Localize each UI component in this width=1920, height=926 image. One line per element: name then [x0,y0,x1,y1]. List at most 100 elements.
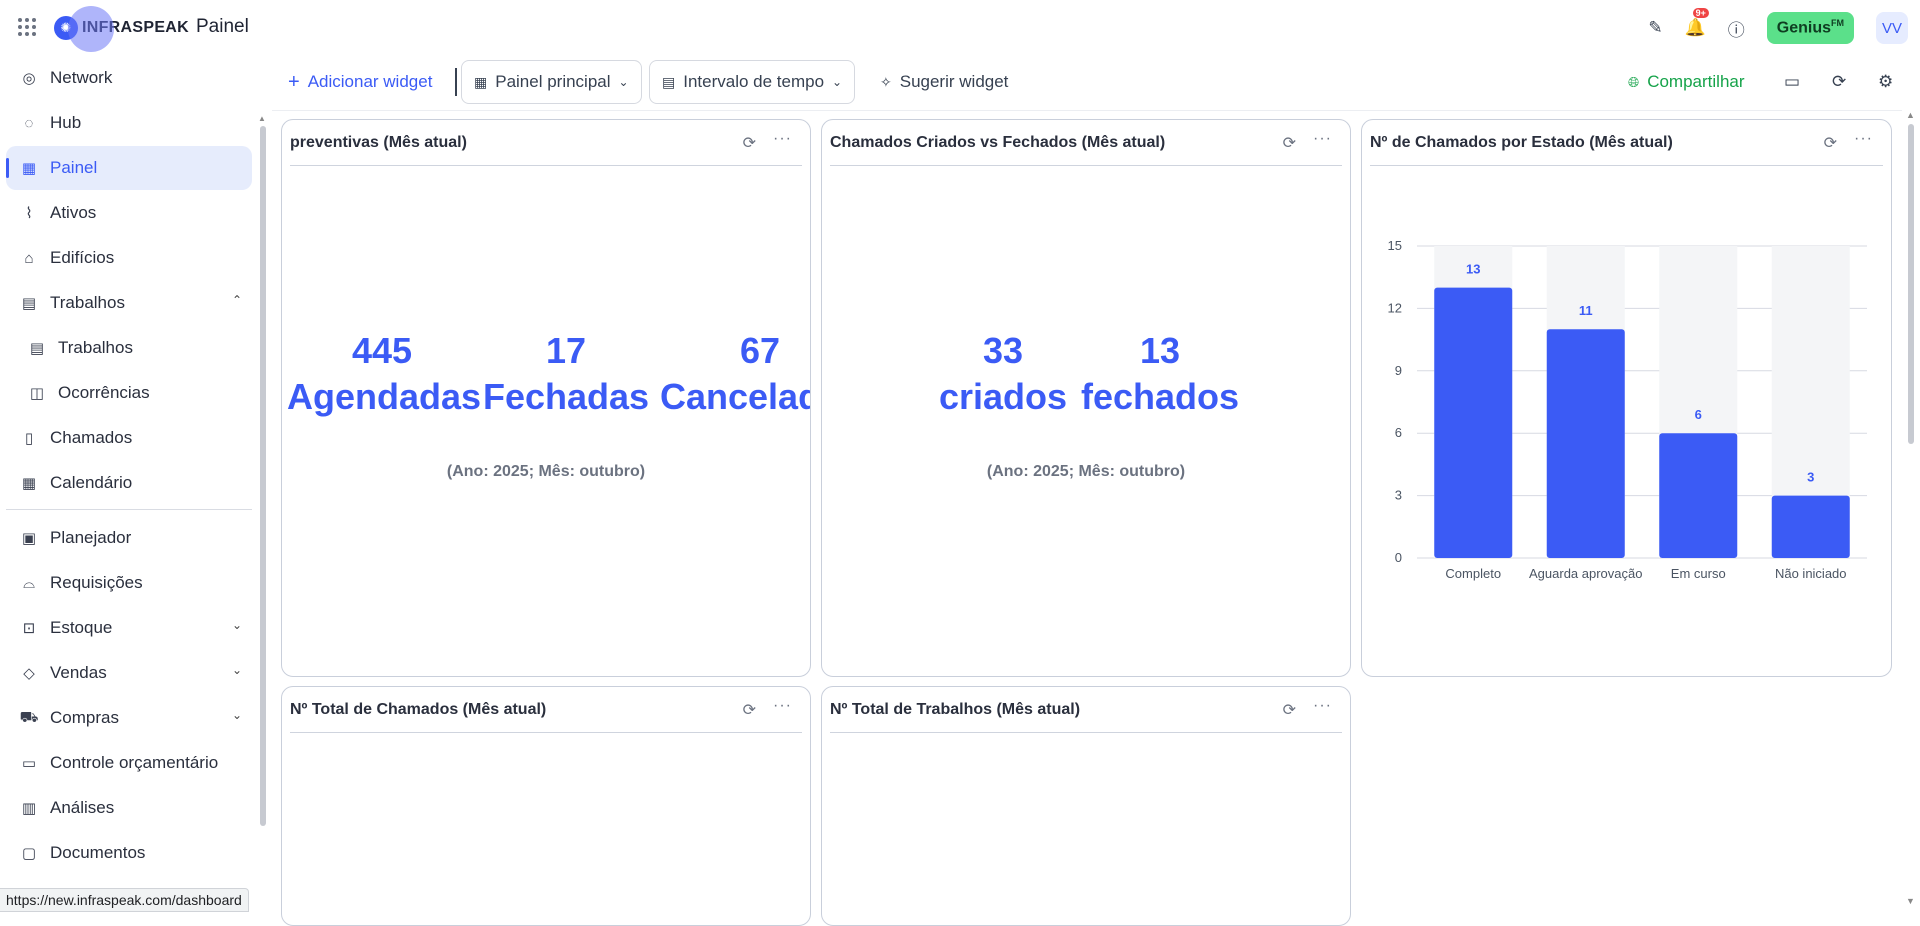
genius-button[interactable]: GeniusFM [1766,12,1854,44]
more-options-icon[interactable]: ··· [1854,130,1873,148]
more-options-icon[interactable]: ··· [1313,130,1332,148]
suggest-widget-button[interactable]: ✧ Sugerir widget [880,60,1008,104]
bar [1659,433,1738,558]
sidebar-item-chamados[interactable]: ▯ Chamados [6,416,252,460]
sidebar-item-hub[interactable]: ◌ Hub [6,101,252,145]
document-icon: ▢ [21,845,37,862]
period-label: (Ano: 2025; Mês: outubro) [986,463,1186,480]
x-tick-label: Em curso [1671,566,1726,581]
kpi-label: fechados [1080,376,1240,417]
sidebar-item-label: Compras [50,708,119,727]
chevron-down-icon: ⌄ [231,618,242,632]
wallet-icon: ▭ [21,755,37,772]
more-options-icon[interactable]: ··· [1313,697,1332,715]
y-tick-label: 0 [1395,550,1402,565]
sidebar-item-label: Chamados [50,428,133,447]
sidebar-item-edificios[interactable]: ⌂ Edifícios [6,236,252,280]
sidebar-item-vendas[interactable]: ◇ Vendas ⌄ [6,651,252,695]
scroll-up-icon[interactable]: ▲ [1906,110,1915,120]
refresh-icon[interactable]: ⟳ [1824,133,1837,153]
active-indicator [6,158,9,178]
sidebar-item-documentos[interactable]: ▢ Documentos [6,831,252,875]
widget-title: preventivas (Mês atual) [290,134,467,151]
genius-label: Genius [1776,19,1831,37]
sidebar-item-label: Edifícios [50,248,115,267]
kpi-criados: 33 criados [934,328,1072,420]
scroll-down-icon[interactable]: ▼ [1906,896,1915,906]
sidebar-item-label: Requisições [50,573,143,592]
y-tick-label: 6 [1395,425,1402,440]
data-label: 3 [1807,470,1814,485]
sidebar-item-trabalhos[interactable]: ▤ Trabalhos ⌃ [6,281,252,325]
add-widget-button[interactable]: + Adicionar widget [288,60,432,104]
refresh-icon[interactable]: ⟳ [1283,133,1296,153]
sidebar-item-label: Painel [50,158,98,177]
y-tick-label: 15 [1388,238,1402,253]
bar [1771,495,1850,558]
fullscreen-icon[interactable]: ▭ [1784,60,1800,104]
sidebar-subitem-ocorrencias[interactable]: ◫ Ocorrências [6,371,252,415]
time-range-select[interactable]: ▤ Intervalo de tempo ⌄ [649,60,856,104]
sidebar-item-network[interactable]: ◎ Network [6,56,252,100]
dashboard-select-label: Painel principal [495,72,611,91]
dashboard-select[interactable]: ▦ Painel principal ⌄ [461,60,642,104]
widget-criados-vs-fechados: Chamados Criados vs Fechados (Mês atual)… [821,119,1351,677]
sidebar-item-analises[interactable]: ▥ Análises [6,786,252,830]
occurrence-icon: ◫ [29,385,45,402]
notifications-bell-icon[interactable]: 🔔 9+ [1685,8,1709,38]
kpi-agendadas: 445 Agendadas [287,328,481,420]
sidebar-item-planejador[interactable]: ▣ Planejador [6,516,252,560]
more-options-icon[interactable]: ··· [773,130,792,148]
refresh-icon[interactable]: ⟳ [743,700,756,720]
main-scrollbar[interactable]: ▲ ▼ [1906,110,1916,912]
content-divider [272,110,1902,111]
sidebar-item-label: Vendas [50,663,107,682]
refresh-icon[interactable]: ⟳ [1832,60,1846,104]
sidebar-subitem-trabalhos[interactable]: ▤ Trabalhos [6,326,252,370]
sidebar-item-label: Documentos [50,843,146,862]
chevron-down-icon: ⌄ [832,75,843,89]
data-label: 13 [1466,262,1480,277]
refresh-icon[interactable]: ⟳ [1283,700,1296,720]
widget-title: Nº Total de Trabalhos (Mês atual) [830,701,1081,718]
assets-icon: ⌇ [25,205,33,222]
sidebar-scroll-up-icon[interactable]: ▲ [258,114,266,123]
sidebar-item-label: Calendário [50,473,133,492]
sidebar-item-ativos[interactable]: ⌇ Ativos [6,191,252,235]
more-options-icon[interactable]: ··· [773,697,792,715]
apps-grid-icon[interactable] [18,18,36,36]
refresh-icon[interactable]: ⟳ [743,133,756,153]
sidebar-item-controle-orcamentario[interactable]: ▭ Controle orçamentário [6,741,252,785]
sidebar-item-label: Análises [50,798,115,817]
celebration-icon[interactable]: ✎ [1648,18,1662,38]
sidebar-item-estoque[interactable]: ⊡ Estoque ⌄ [6,606,252,650]
dashboard-toolbar: + Adicionar widget ▦ Painel principal ⌄ … [272,60,1912,104]
kpi-value: 33 [982,330,1024,371]
notifications-badge: 9+ [1692,8,1709,18]
globe-icon: 🌐︎ [1628,73,1640,90]
avatar[interactable]: VV [1876,12,1908,44]
chevron-up-icon: ⌃ [231,293,242,307]
calendar-icon: ▤ [21,295,37,312]
help-icon[interactable]: ⓘ [1728,16,1745,41]
y-tick-label: 3 [1395,488,1402,503]
sidebar-item-requisicoes[interactable]: ⌓ Requisições [6,561,252,605]
sidebar-item-calendario[interactable]: ▦ Calendário [6,461,252,505]
sidebar-item-painel[interactable]: ▦ Painel [6,146,252,190]
widget-title: Nº Total de Chamados (Mês atual) [290,701,547,718]
add-widget-label: Adicionar widget [307,72,433,91]
period-label: (Ano: 2025; Mês: outubro) [446,463,646,480]
widget-header: Nº Total de Trabalhos (Mês atual) ⟳ ··· [830,687,1342,733]
sidebar-item-label: Planejador [50,528,132,547]
share-button[interactable]: 🌐︎ Compartilhar [1628,60,1745,104]
calendar-icon: ▤ [29,340,45,357]
scrollbar-thumb[interactable] [1908,124,1914,444]
sidebar-item-compras[interactable]: ⛟ Compras ⌄ [6,696,252,740]
stock-icon: ⊡ [22,620,36,637]
sidebar-scrollbar[interactable] [260,126,266,826]
kpi-value: 445 [351,330,413,371]
sidebar-item-label: Controle orçamentário [50,753,219,772]
settings-icon[interactable]: ⚙ [1878,60,1893,104]
plus-icon: + [288,70,300,93]
top-bar: ✺ INFRASPEAK Painel ✎ 🔔 9+ ⓘ GeniusFM VV [0,0,1920,56]
